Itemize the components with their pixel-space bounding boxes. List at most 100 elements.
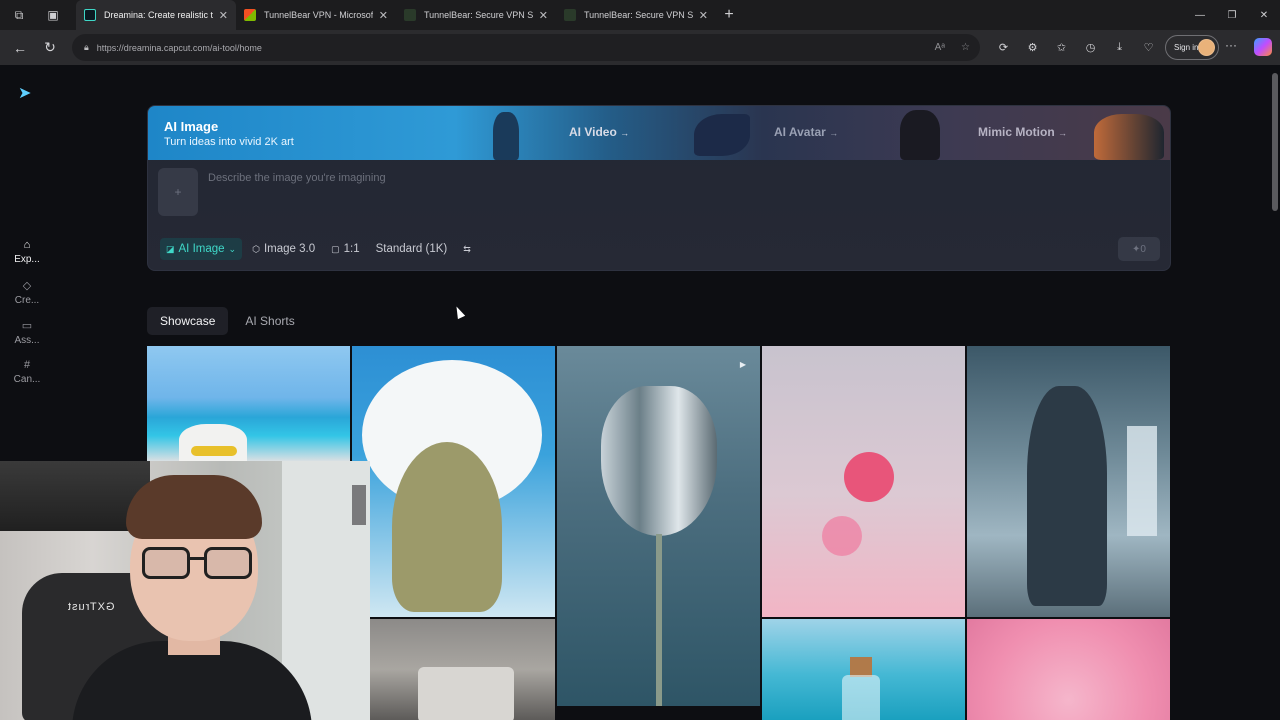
diamond-icon: ◇ bbox=[22, 280, 32, 292]
model-label: Image 3.0 bbox=[263, 243, 316, 255]
sidebar-item-label: Ass... bbox=[14, 335, 40, 346]
webcam-overlay: GXTrust bbox=[0, 461, 370, 720]
sign-in-button[interactable]: Sign in bbox=[1165, 35, 1219, 60]
showcase-card-spider-queen[interactable] bbox=[967, 346, 1170, 617]
ai-avatar-label: AI Avatar bbox=[774, 125, 826, 139]
showcase-card-machine[interactable] bbox=[370, 619, 555, 720]
tunnelbear-favicon-icon bbox=[404, 9, 416, 21]
tab-ai-shorts[interactable]: AI Shorts bbox=[232, 307, 307, 335]
banner-figure-silhouette bbox=[493, 112, 519, 160]
close-tab-icon[interactable]: ✕ bbox=[379, 9, 388, 22]
back-button[interactable]: ← bbox=[6, 34, 34, 62]
showcase-card-pink-spheres[interactable] bbox=[967, 619, 1170, 720]
sidebar-item-label: Can... bbox=[13, 374, 41, 385]
address-bar-actions: Aᵃ ☆ bbox=[935, 42, 970, 53]
mimic-motion-link[interactable]: Mimic Motion → bbox=[978, 125, 1067, 139]
mode-label: AI Image bbox=[178, 243, 225, 255]
sidebar-item-canvas[interactable]: # Can... bbox=[6, 359, 48, 385]
sign-in-label: Sign in bbox=[1174, 43, 1199, 52]
aspect-ratio-icon: ▢ bbox=[331, 243, 340, 254]
upload-reference-button[interactable]: + bbox=[158, 168, 198, 216]
cherry-image-2 bbox=[822, 516, 862, 556]
arrow-right-icon: → bbox=[1058, 128, 1068, 138]
history-icon[interactable]: ◷ bbox=[1079, 34, 1102, 61]
browser-tab-dreamina[interactable]: Dreamina: Create realistic t ✕ bbox=[76, 0, 236, 30]
more-menu-icon[interactable]: ··· bbox=[1225, 38, 1237, 52]
dreamina-favicon-icon bbox=[84, 9, 96, 21]
arrow-right-icon: → bbox=[829, 128, 839, 138]
ratio-label: 1:1 bbox=[343, 243, 360, 255]
stem-image bbox=[656, 534, 662, 706]
address-bar[interactable]: 🔒︎ https://dreamina.capcut.com/ai-tool/h… bbox=[72, 34, 980, 61]
favorites-icon[interactable]: ✩ bbox=[1050, 34, 1073, 61]
ai-avatar-link[interactable]: AI Avatar → bbox=[774, 125, 838, 139]
content-tabs: Showcase AI Shorts bbox=[147, 307, 308, 335]
model-icon: ⬡ bbox=[252, 243, 260, 254]
close-tab-icon[interactable]: ✕ bbox=[219, 9, 228, 22]
ai-video-link[interactable]: AI Video → bbox=[569, 125, 629, 139]
browser-tab-bar: ⧉ ▣ Dreamina: Create realistic t ✕ Tunne… bbox=[0, 0, 1280, 30]
dreamina-logo-icon[interactable]: ➤ bbox=[18, 83, 36, 102]
showcase-card-chrome-tulip[interactable]: ▶ bbox=[557, 346, 760, 706]
ai-video-label: AI Video bbox=[569, 125, 617, 139]
copilot-icon[interactable] bbox=[1254, 38, 1272, 56]
browser-tab-tunnelbear-2[interactable]: TunnelBear: Secure VPN Se ✕ bbox=[556, 0, 716, 30]
aspect-ratio-selector[interactable]: ▢ 1:1 bbox=[325, 238, 366, 260]
browser-toolbar: ← ↻ 🔒︎ https://dreamina.capcut.com/ai-to… bbox=[0, 30, 1280, 65]
glasses-bridge bbox=[188, 557, 206, 560]
generate-button[interactable]: ✦ 0 bbox=[1118, 237, 1160, 261]
mode-selector[interactable]: ◪ AI Image ⌄ bbox=[160, 238, 243, 260]
tunnelbear-favicon-icon bbox=[564, 9, 576, 21]
restore-icon[interactable]: ❐ bbox=[1216, 0, 1248, 30]
browser-tab-tunnelbear-1[interactable]: TunnelBear: Secure VPN Se ✕ bbox=[396, 0, 556, 30]
download-icon[interactable]: ⤓ bbox=[1108, 34, 1131, 61]
extension-refresh-icon[interactable]: ⟳ bbox=[992, 34, 1015, 61]
close-tab-icon[interactable]: ✕ bbox=[539, 9, 548, 22]
figure-image bbox=[1027, 386, 1107, 606]
sunglasses-image bbox=[191, 446, 237, 456]
workspaces-icon[interactable]: ⧉ bbox=[8, 4, 30, 26]
favorite-star-icon[interactable]: ☆ bbox=[961, 42, 970, 53]
sidebar-item-create[interactable]: ◇ Cre... bbox=[6, 279, 48, 306]
lock-icon[interactable]: 🔒︎ bbox=[84, 42, 89, 53]
read-aloud-icon[interactable]: Aᵃ bbox=[935, 42, 945, 53]
scrollbar[interactable] bbox=[1272, 73, 1278, 211]
extension-icon[interactable]: ⚙ bbox=[1021, 34, 1044, 61]
generate-credits: 0 bbox=[1140, 243, 1146, 255]
microsoft-store-favicon-icon bbox=[244, 9, 256, 21]
model-selector[interactable]: ⬡ Image 3.0 bbox=[246, 238, 321, 260]
cork-image bbox=[850, 657, 872, 677]
showcase-card-cloud-cat[interactable] bbox=[352, 346, 555, 617]
tulip-image bbox=[601, 386, 717, 536]
banner-mimic-image bbox=[1094, 114, 1164, 160]
quality-selector[interactable]: Standard (1K) bbox=[370, 238, 454, 260]
showcase-card-cat-pool[interactable] bbox=[147, 346, 350, 461]
browser-tab-tunnelbear-microsoft[interactable]: TunnelBear VPN - Microsoft ✕ bbox=[236, 0, 396, 30]
chevron-down-icon: ⌄ bbox=[228, 243, 237, 254]
panel-subtitle: Turn ideas into vivid 2K art bbox=[164, 136, 294, 148]
sidebar-item-explore[interactable]: ⌂ Exp... bbox=[6, 239, 48, 265]
prompt-input[interactable] bbox=[208, 168, 808, 188]
sidebar-item-assets[interactable]: ▭ Ass... bbox=[6, 319, 48, 346]
settings-toggle[interactable]: ⇆ bbox=[457, 238, 477, 260]
generation-options: ◪ AI Image ⌄ ⬡ Image 3.0 ▢ 1:1 Standard … bbox=[160, 238, 477, 260]
door-hinge bbox=[352, 485, 366, 525]
close-tab-icon[interactable]: ✕ bbox=[699, 9, 708, 22]
minimize-icon[interactable]: — bbox=[1184, 0, 1216, 30]
browser-extension-icons: ⟳ ⚙ ✩ ◷ ⤓ ♡ bbox=[992, 34, 1160, 61]
new-tab-button[interactable]: + bbox=[716, 2, 742, 28]
tab-title: TunnelBear: Secure VPN Se bbox=[584, 10, 693, 20]
close-window-icon[interactable]: ✕ bbox=[1248, 0, 1280, 30]
refresh-button[interactable]: ↻ bbox=[36, 34, 64, 62]
folder-icon: ▭ bbox=[21, 320, 33, 332]
chair-brand-logo: GXTrust bbox=[67, 601, 115, 613]
tab-title: Dreamina: Create realistic t bbox=[104, 10, 213, 20]
cherry-image bbox=[844, 452, 894, 502]
plus-icon: + bbox=[174, 185, 182, 199]
tab-showcase[interactable]: Showcase bbox=[147, 307, 229, 335]
heart-icon[interactable]: ♡ bbox=[1137, 34, 1160, 61]
showcase-card-cherry[interactable] bbox=[762, 346, 965, 617]
showcase-card-bottle[interactable] bbox=[762, 619, 965, 720]
tab-actions-icon[interactable]: ▣ bbox=[42, 4, 64, 26]
url-text: https://dreamina.capcut.com/ai-tool/home bbox=[96, 42, 262, 53]
